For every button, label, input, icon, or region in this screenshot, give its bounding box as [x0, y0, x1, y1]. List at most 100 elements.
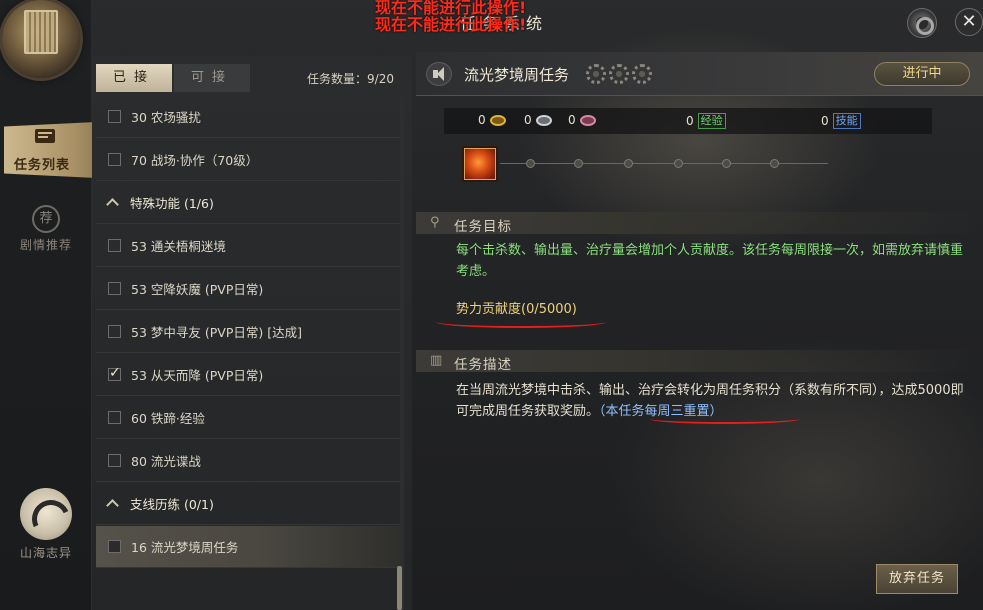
tab-accepted[interactable]: 已接 — [96, 64, 172, 92]
reward-gold: 0 — [478, 113, 506, 127]
list-item-label: 30 农场骚扰 — [131, 110, 201, 125]
tab-available[interactable]: 可接 — [174, 64, 250, 92]
left-rail: 任务列表 荐 剧情推荐 山海志异 — [0, 0, 104, 610]
difficulty-stars — [586, 64, 655, 88]
list-item[interactable]: 70 战场·协作（70级） — [96, 139, 402, 181]
scroll-icon — [35, 129, 55, 143]
rose-coin-icon — [579, 114, 596, 126]
scrollbar-thumb[interactable] — [397, 566, 402, 610]
task-count: 任务数量：9/20 — [307, 72, 394, 86]
list-item[interactable]: 30 农场骚扰 — [96, 96, 402, 138]
list-item-label: 53 从天而降 (PVP日常) — [131, 368, 264, 383]
pillar-icon: ▥ — [430, 353, 443, 368]
book-icon — [24, 10, 58, 54]
list-item-label: 60 铁蹄·经验 — [131, 411, 205, 426]
location-pin-icon: ⚲ — [430, 215, 440, 230]
abandon-task-button[interactable]: 放弃任务 — [876, 564, 958, 594]
reward-exp: 0 经验 — [686, 113, 726, 129]
list-item-label: 53 空降妖魔 (PVP日常) — [131, 282, 264, 297]
progress-node — [770, 159, 779, 168]
silver-coin-icon — [535, 114, 552, 126]
reward-skill: 0 技能 — [821, 113, 861, 129]
track-checkbox[interactable] — [108, 411, 121, 424]
rail-item-shanhai[interactable]: 山海志异 — [0, 488, 92, 568]
desc-section-header: ▥ 任务描述 — [416, 350, 983, 373]
progress-node — [674, 159, 683, 168]
list-tabs: 已接 可接 任务数量：9/20 — [96, 64, 408, 92]
track-checkbox[interactable] — [108, 110, 121, 123]
rail-label-shanhai: 山海志异 — [19, 546, 72, 560]
list-item-label: 特殊功能 (1/6) — [130, 196, 214, 211]
shanhai-emblem-icon — [20, 488, 72, 540]
list-item-label: 70 战场·协作（70级） — [131, 153, 259, 168]
task-title: 流光梦境周任务 — [464, 66, 570, 84]
reward-gold-value: 0 — [478, 113, 486, 127]
star-icon — [632, 64, 652, 84]
reward-silver: 0 — [524, 113, 552, 127]
collapse-caret-icon — [106, 498, 120, 510]
list-item-label: 53 梦中寻友 (PVP日常) [达成] — [131, 325, 302, 340]
red-annotation-underline — [436, 316, 606, 328]
goal-section-header: ⚲ 任务目标 — [416, 212, 983, 235]
collapse-caret-icon — [106, 197, 120, 209]
scrollbar-track[interactable] — [400, 96, 404, 610]
progress-node — [526, 159, 535, 168]
progress-node — [722, 159, 731, 168]
list-item[interactable]: 53 空降妖魔 (PVP日常) — [96, 268, 402, 310]
rail-item-story-recommend[interactable]: 荐 剧情推荐 — [0, 205, 92, 260]
exp-tag: 经验 — [697, 113, 726, 129]
reward-rose: 0 — [568, 113, 596, 127]
skill-tag: 技能 — [832, 113, 861, 129]
rail-label-task-list: 任务列表 — [14, 158, 71, 173]
goal-progress: 势力贡献度(0/5000) — [456, 302, 577, 317]
list-item-label: 支线历练 (0/1) — [130, 497, 214, 512]
reward-exp-value: 0 — [686, 114, 694, 128]
track-checkbox[interactable] — [108, 153, 121, 166]
reward-rose-value: 0 — [568, 113, 576, 127]
list-item[interactable]: 53 通关梧桐迷境 — [96, 225, 402, 267]
task-list-panel: 已接 可接 任务数量：9/20 30 农场骚扰 70 战场·协作（70级） 特殊功能… — [92, 56, 412, 610]
list-category-header[interactable]: 支线历练 (0/1) — [96, 483, 402, 525]
rail-item-task-list[interactable]: 任务列表 — [0, 118, 104, 180]
speaker-icon[interactable] — [426, 62, 452, 86]
list-item-label: 53 通关梧桐迷境 — [131, 239, 226, 254]
gold-coin-icon — [489, 114, 506, 126]
track-checkbox[interactable] — [108, 365, 121, 381]
list-item[interactable]: 16 流光梦境周任务 — [96, 526, 402, 568]
red-annotation-underline — [650, 414, 800, 424]
progress-node — [624, 159, 633, 168]
status-badge: 进行中 — [874, 62, 970, 86]
track-checkbox[interactable] — [108, 454, 121, 467]
progress-node — [574, 159, 583, 168]
close-icon: ✕ — [961, 11, 977, 32]
task-list: 30 农场骚扰 70 战场·协作（70级） 特殊功能 (1/6) 53 通关梧桐迷境 5… — [92, 96, 402, 610]
goal-heading: 任务目标 — [454, 219, 512, 235]
list-item[interactable]: 60 铁蹄·经验 — [96, 397, 402, 439]
list-category-header[interactable]: 特殊功能 (1/6) — [96, 182, 402, 224]
list-item[interactable]: 80 流光谍战 — [96, 440, 402, 482]
track-checkbox[interactable] — [108, 540, 121, 553]
list-item[interactable]: 53 梦中寻友 (PVP日常) [达成] — [96, 311, 402, 353]
goal-text: 每个击杀数、输出量、治疗量会增加个人贡献度。该任务每周限接一次，如需放弃请慎重考… — [456, 243, 964, 279]
reward-chest-icon[interactable] — [462, 146, 498, 182]
desc-heading: 任务描述 — [454, 357, 512, 373]
star-icon — [586, 64, 606, 84]
track-checkbox[interactable] — [108, 325, 121, 338]
list-item-label: 80 流光谍战 — [131, 454, 201, 469]
warning-message: 现在不能进行此操作! — [375, 15, 527, 34]
track-checkbox[interactable] — [108, 282, 121, 295]
reward-silver-value: 0 — [524, 113, 532, 127]
task-detail-panel: 流光梦境周任务 进行中 0 0 0 0 经验 0 技能 ⚲ 任务目标 每个击杀数、输… — [416, 52, 983, 610]
list-item[interactable]: 53 从天而降 (PVP日常) — [96, 354, 402, 396]
quest-book-logo — [2, 0, 80, 78]
track-checkbox[interactable] — [108, 239, 121, 252]
recommend-icon: 荐 — [32, 205, 60, 233]
list-item-label: 16 流光梦境周任务 — [131, 540, 239, 555]
rail-label-story: 剧情推荐 — [19, 238, 72, 252]
detail-header: 流光梦境周任务 进行中 — [416, 52, 983, 96]
close-button[interactable]: ✕ — [955, 8, 983, 36]
reward-skill-value: 0 — [821, 114, 829, 128]
star-icon — [609, 64, 629, 84]
settings-gear-icon[interactable] — [907, 8, 937, 38]
rewards-bar: 0 0 0 0 经验 0 技能 — [444, 108, 932, 134]
